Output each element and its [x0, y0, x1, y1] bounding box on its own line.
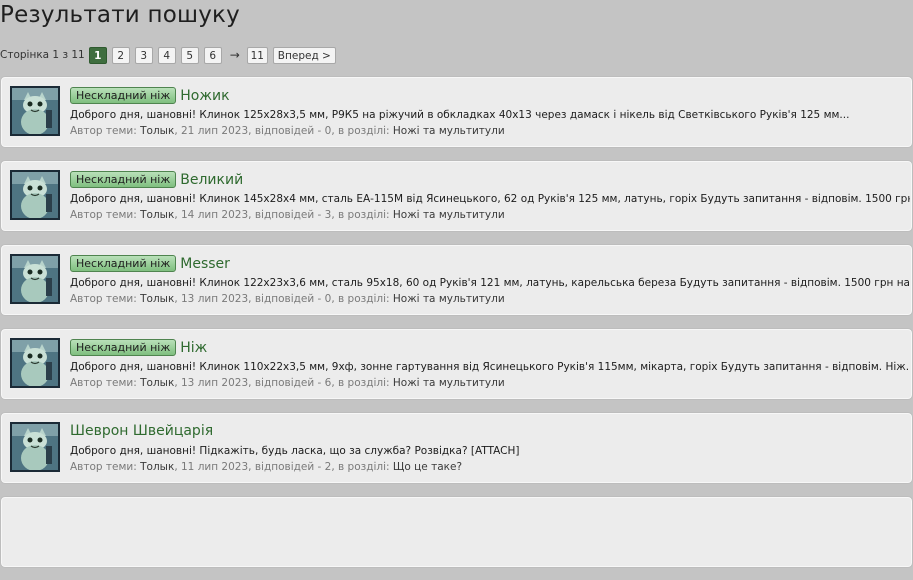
search-result: Шеврон Швейцарія Доброго дня, шановні! П… [0, 412, 913, 484]
page-3-link[interactable]: 3 [134, 46, 153, 64]
forum-label: в розділі: [338, 293, 390, 305]
replies-label: відповідей - [254, 293, 322, 305]
thread-prefix-badge[interactable]: Нескладний ніж [70, 255, 177, 272]
page-5-link[interactable]: 5 [180, 46, 199, 64]
forum-link[interactable]: Ножі та мультитули [393, 293, 505, 305]
result-snippet: Доброго дня, шановні! Клинок 145х28х4 мм… [70, 193, 910, 205]
search-results-list: Нескладний ніж Ножик Доброго дня, шановн… [0, 76, 913, 580]
avatar[interactable] [10, 422, 60, 472]
result-snippet: Доброго дня, шановні! Підкажіть, будь ла… [70, 445, 520, 457]
result-meta: Автор теми: Толык, 13 лип 2023, відповід… [70, 377, 505, 389]
author-label: Автор теми: [70, 293, 137, 305]
forum-link[interactable]: Ножі та мультитули [393, 125, 505, 137]
forum-label: в розділі: [338, 125, 390, 137]
jump-arrow-icon: → [229, 48, 240, 62]
page-2-link[interactable]: 2 [111, 46, 130, 64]
result-date: 13 лип 2023 [181, 377, 249, 389]
page-4-link[interactable]: 4 [157, 46, 176, 64]
forum-label: в розділі: [338, 461, 390, 473]
search-result: Нескладний ніж Ніж Доброго дня, шановні!… [0, 328, 913, 400]
replies-label: відповідей - [254, 125, 322, 137]
author-label: Автор теми: [70, 125, 137, 137]
thread-title-link[interactable]: Messer [180, 256, 230, 272]
avatar[interactable] [10, 86, 60, 136]
page-last-link[interactable]: 11 [246, 46, 268, 64]
avatar[interactable] [10, 338, 60, 388]
avatar[interactable] [10, 254, 60, 304]
thread-title-link[interactable]: Ножик [180, 88, 229, 104]
page-6-link[interactable]: 6 [203, 46, 222, 64]
search-result-partial [0, 496, 913, 568]
result-date: 11 лип 2023 [181, 461, 249, 473]
result-snippet: Доброго дня, шановні! Клинок 110х22х3,5 … [70, 361, 910, 373]
search-result: Нескладний ніж Великий Доброго дня, шано… [0, 160, 913, 232]
search-result: Нескладний ніж Messer Доброго дня, шанов… [0, 244, 913, 316]
forum-link[interactable]: Ножі та мультитули [393, 377, 505, 389]
forum-label: в розділі: [338, 209, 390, 221]
thread-prefix-badge[interactable]: Нескладний ніж [70, 339, 177, 356]
forum-link[interactable]: Що це таке? [393, 461, 462, 473]
result-meta: Автор теми: Толык, 14 лип 2023, відповід… [70, 209, 505, 221]
author-label: Автор теми: [70, 209, 137, 221]
result-meta: Автор теми: Толык, 21 лип 2023, відповід… [70, 125, 505, 137]
search-result: Нескладний ніж Ножик Доброго дня, шановн… [0, 76, 913, 148]
avatar[interactable] [10, 170, 60, 220]
replies-label: відповідей - [254, 461, 322, 473]
author-label: Автор теми: [70, 377, 137, 389]
author-link[interactable]: Толык [140, 209, 174, 221]
author-link[interactable]: Толык [140, 125, 174, 137]
next-page-button[interactable]: Вперед > [272, 46, 336, 64]
result-date: 21 лип 2023 [181, 125, 249, 137]
thread-title-link[interactable]: Ніж [180, 340, 207, 356]
author-label: Автор теми: [70, 461, 137, 473]
replies-label: відповідей - [254, 209, 322, 221]
forum-label: в розділі: [338, 377, 390, 389]
thread-prefix-badge[interactable]: Нескладний ніж [70, 87, 177, 104]
pagination: Сторінка 1 з 11 1 2 3 4 5 6 → 11 Вперед … [0, 45, 341, 65]
thread-title-link[interactable]: Шеврон Швейцарія [70, 423, 213, 439]
thread-prefix-badge[interactable]: Нескладний ніж [70, 171, 177, 188]
forum-link[interactable]: Ножі та мультитули [393, 209, 505, 221]
result-date: 14 лип 2023 [181, 209, 249, 221]
result-meta: Автор теми: Толык, 11 лип 2023, відповід… [70, 461, 463, 473]
page-1-current: 1 [88, 46, 107, 64]
thread-title-link[interactable]: Великий [180, 172, 243, 188]
author-link[interactable]: Толык [140, 461, 174, 473]
page-title: Результати пошуку [0, 2, 240, 28]
result-date: 13 лип 2023 [181, 293, 249, 305]
author-link[interactable]: Толык [140, 293, 174, 305]
pagination-label: Сторінка 1 з 11 [0, 49, 85, 61]
result-meta: Автор теми: Толык, 13 лип 2023, відповід… [70, 293, 505, 305]
replies-label: відповідей - [254, 377, 322, 389]
result-snippet: Доброго дня, шановні! Клинок 122х23х3,6 … [70, 277, 910, 289]
author-link[interactable]: Толык [140, 377, 174, 389]
result-snippet: Доброго дня, шановні! Клинок 125х28х3,5 … [70, 109, 850, 121]
